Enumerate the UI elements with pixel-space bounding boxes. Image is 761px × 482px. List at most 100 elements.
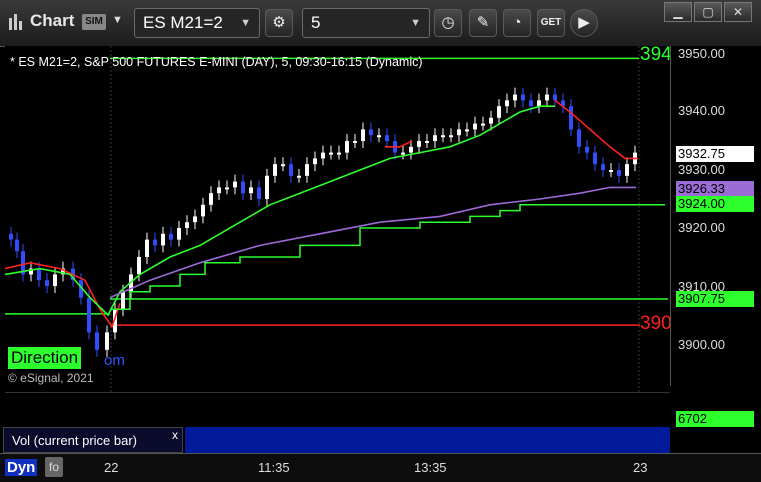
candle-body (441, 135, 445, 138)
candle-body (473, 123, 477, 130)
candle-body (553, 94, 557, 101)
candle-body (417, 141, 421, 147)
volume-panel[interactable] (5, 392, 670, 427)
direction-label: Direction (8, 347, 82, 369)
last-price-tag: 3932.75 (676, 146, 754, 162)
candle-body (329, 152, 333, 155)
candle-body (95, 332, 99, 350)
candle-body (297, 175, 301, 178)
candle-body (625, 164, 629, 176)
candle-body (217, 187, 221, 194)
candle-body (377, 135, 381, 138)
chart-description: * ES M21=2, S&P 500 FUTURES E-MINI (DAY)… (10, 55, 423, 69)
candle-body (233, 181, 237, 188)
candle-body (321, 152, 325, 159)
volume-label-strip (185, 427, 670, 453)
candle-body (265, 175, 269, 199)
candle-body (289, 164, 293, 176)
y-tick-label: 3950.00 (678, 46, 725, 61)
candle-body (249, 187, 253, 194)
candle-body (161, 233, 165, 246)
candle-body (225, 187, 229, 190)
candle-body (513, 94, 517, 101)
candle-body (537, 100, 541, 107)
y-tick-label: 3940.00 (678, 103, 725, 118)
y-tick-label: 3920.00 (678, 220, 725, 235)
candle-body (9, 233, 13, 240)
candle-body (53, 274, 57, 286)
direction-link[interactable]: om (104, 352, 125, 369)
candle-body (273, 164, 277, 176)
candle-body (521, 94, 525, 101)
candle-body (305, 164, 309, 176)
volume-close-icon[interactable]: x (172, 428, 178, 442)
candle-body (593, 152, 597, 165)
candle-body (449, 135, 453, 138)
candle-body (257, 187, 261, 199)
y-tick-label: 3930.00 (678, 162, 725, 177)
candle-body (121, 291, 125, 310)
red-ma-line (385, 140, 413, 148)
copyright-text: © eSignal, 2021 (8, 371, 94, 385)
candle-body (153, 239, 157, 246)
candle-body (137, 257, 141, 275)
candle-body (337, 152, 341, 155)
x-tick-label: 22 (104, 460, 119, 475)
green-level-tag: 3924.00 (676, 196, 754, 212)
green-level-low-tag: 3907.75 (676, 291, 754, 307)
volume-study-label[interactable]: Vol (current price bar) (3, 427, 183, 453)
candle-body (145, 239, 149, 257)
dynamic-label[interactable]: Dyn (5, 459, 38, 476)
candle-body (345, 141, 349, 153)
red-level-edge-label: 390 (640, 313, 670, 334)
candle-body (425, 141, 429, 143)
candle-body (45, 280, 49, 286)
candle-body (569, 106, 573, 130)
chart-window: Chart SIM ▼ ES M21=2 ▼ ⚙ 5 ▼ ◷ ✎ ◔ GET ▶… (0, 0, 761, 482)
candle-body (505, 100, 509, 107)
candle-body (87, 297, 91, 333)
candle-body (545, 94, 549, 101)
candle-body (433, 135, 437, 141)
candle-body (401, 152, 405, 155)
candle-body (585, 146, 589, 153)
candle-body (457, 129, 461, 136)
candle-body (177, 228, 181, 240)
candle-body (497, 106, 501, 118)
candle-body (601, 164, 605, 170)
candle-body (529, 100, 533, 107)
x-tick-label: 13:35 (414, 460, 447, 475)
green-level-edge-label: 394 (640, 44, 670, 65)
green-step-line (110, 204, 560, 310)
candle-body (409, 146, 413, 153)
candle-body (281, 164, 285, 167)
candle-body (169, 233, 173, 240)
candle-body (577, 129, 581, 147)
purple-ma-line (109, 186, 636, 299)
candle-body (193, 216, 197, 223)
candle-body (617, 170, 621, 176)
candle-body (185, 222, 189, 228)
candle-body (481, 123, 485, 126)
candle-body (465, 129, 469, 132)
function-icon[interactable]: fo (45, 457, 63, 477)
candle-body (37, 268, 41, 281)
candle-body (489, 117, 493, 124)
candle-body (313, 158, 317, 165)
x-tick-label: 11:35 (258, 460, 290, 475)
y-tick-label: 3900.00 (678, 337, 725, 352)
purple-ma-tag: 3926.33 (676, 181, 754, 197)
red-ma-line (554, 99, 638, 160)
candle-body (105, 332, 109, 350)
candle-body (609, 170, 613, 172)
candle-body (385, 135, 389, 141)
candle-body (353, 141, 357, 143)
candle-body (369, 129, 373, 136)
x-tick-label: 23 (633, 460, 648, 475)
candle-body (361, 129, 365, 141)
volume-value-tag: 6702 (676, 411, 754, 427)
candle-body (209, 193, 213, 205)
candle-body (201, 204, 205, 217)
candle-body (241, 181, 245, 194)
candle-body (15, 239, 19, 252)
